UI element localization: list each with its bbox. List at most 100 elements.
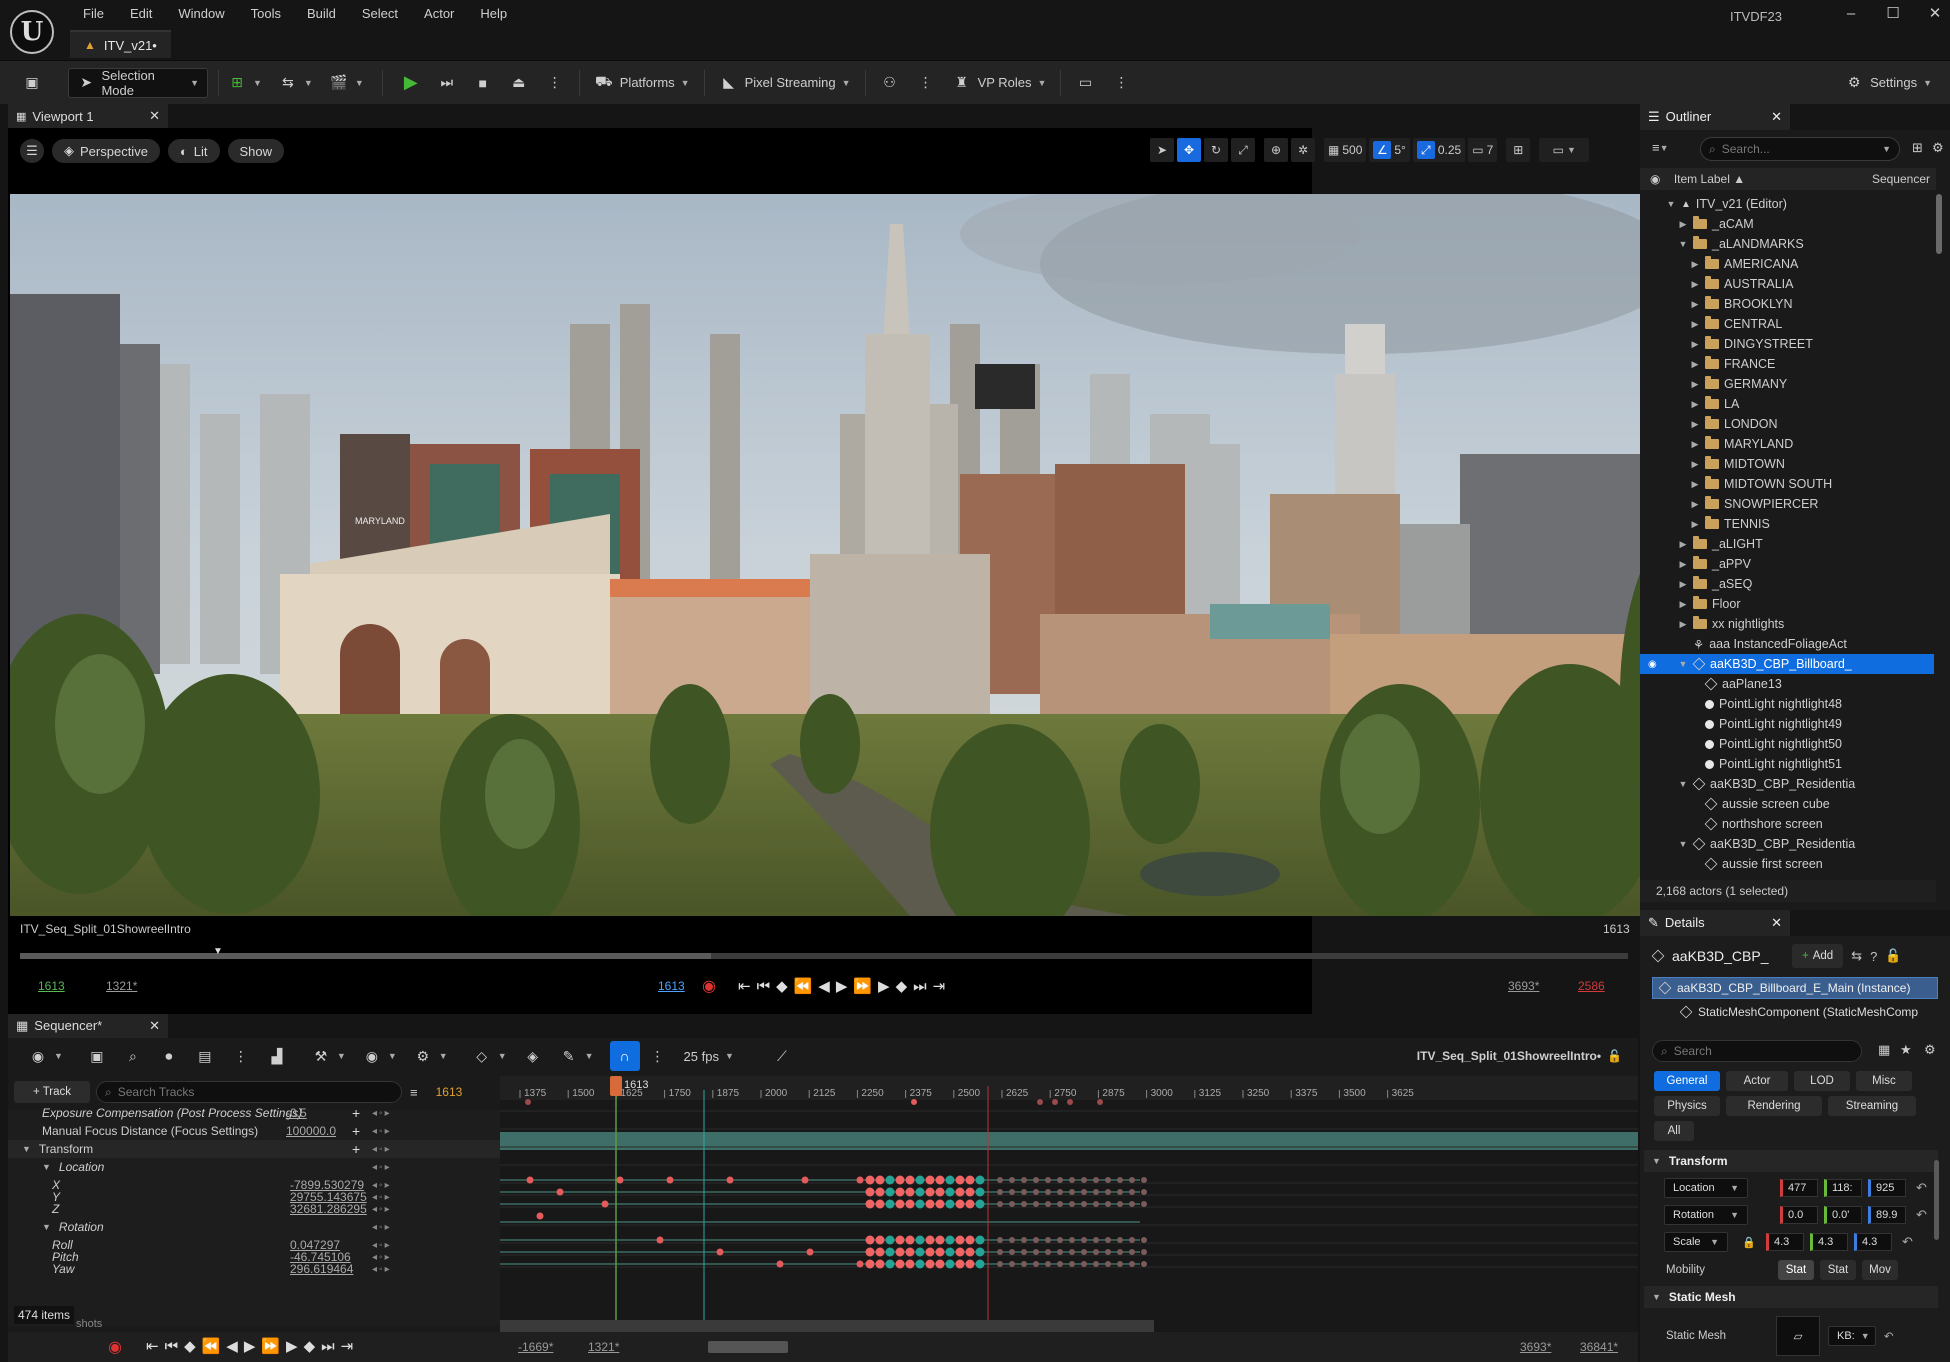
perspective-button[interactable]: ◈ Perspective [52,139,160,163]
key-navigation-icon[interactable]: ◂◦▸ [372,1264,392,1275]
keyframe[interactable] [945,1175,955,1185]
expand-arrow-icon[interactable]: ▶ [1690,519,1700,530]
grid-snap-button[interactable]: ▦ 500 [1324,138,1367,162]
keyframe[interactable] [885,1187,895,1197]
mesh-thumbnail[interactable]: ▱ [1776,1316,1820,1356]
expand-arrow-icon[interactable]: ▼ [22,1144,31,1154]
keyframe[interactable] [1009,1201,1015,1207]
category-misc[interactable]: Misc [1856,1071,1912,1091]
gear-icon[interactable]: ⚙ [1932,140,1944,156]
keyframe[interactable] [1033,1189,1039,1195]
keyframe-canvas[interactable]: 1375 1500 1625 1750 1875 2000 2125 2250 2375 2500… [500,1076,1638,1332]
lock-icon[interactable]: 🔒 [1742,1236,1760,1249]
blueprint-icon[interactable]: ⇆ [1851,948,1862,964]
keyframe[interactable] [1093,1237,1099,1243]
keyframe[interactable] [975,1187,985,1197]
keyframe[interactable] [885,1259,895,1269]
keyframe[interactable] [856,1260,864,1268]
keyframe[interactable] [1045,1201,1051,1207]
keyframe[interactable] [975,1199,985,1209]
keyframe[interactable] [965,1259,975,1269]
keyframe[interactable] [666,1176,674,1184]
keyframe[interactable] [965,1175,975,1185]
keyframe[interactable] [895,1199,905,1209]
menu-build[interactable]: Build [294,6,349,21]
keyframe[interactable] [1037,1099,1043,1105]
outliner-row[interactable]: ⚘ aaa InstancedFoliageAct [1640,634,1934,654]
keyframe[interactable] [945,1199,955,1209]
visibility-icon[interactable]: ◉ [1648,659,1657,670]
keyframe[interactable] [1081,1189,1087,1195]
static-mesh-section-header[interactable]: ▼ Static Mesh [1644,1286,1938,1308]
category-streaming[interactable]: Streaming [1828,1096,1916,1116]
keyframe[interactable] [1105,1237,1111,1243]
outliner-row[interactable]: ▶ _aLIGHT [1640,534,1934,554]
keyframe[interactable] [945,1247,955,1257]
keyframe[interactable] [945,1235,955,1245]
outliner-row[interactable]: ▶ MARYLAND [1640,434,1934,454]
keyframe[interactable] [885,1199,895,1209]
keyframe[interactable] [806,1248,814,1256]
keyframe[interactable] [925,1187,935,1197]
transport-controls[interactable]: ⇤⏮◆⏪◀▶⏩▶◆⏭⇥ [738,977,951,995]
location-y-field[interactable]: 118: [1824,1179,1862,1197]
keyframe[interactable] [955,1259,965,1269]
keyframe[interactable] [925,1175,935,1185]
viewport-layout-dropdown[interactable]: ▭ ▼ [1539,138,1590,162]
multi-user-button[interactable]: ⚇ [872,68,908,98]
close-icon[interactable]: ✕ [149,1018,160,1034]
save-button[interactable]: ▣ [14,68,50,98]
keyframe[interactable] [865,1175,875,1185]
outliner-row[interactable]: ▶ MIDTOWN SOUTH [1640,474,1934,494]
keyframe[interactable] [915,1235,925,1245]
keyframe[interactable] [865,1247,875,1257]
keyframe[interactable] [1093,1177,1099,1183]
keyframe[interactable] [1141,1261,1147,1267]
keyframe[interactable] [801,1176,809,1184]
select-tool[interactable]: ➤ [1150,138,1174,162]
outliner-row[interactable]: aussie first screen [1640,854,1934,874]
end-frame[interactable]: 3693* [1508,979,1539,993]
expand-arrow-icon[interactable]: ▼ [1678,239,1688,249]
component-row[interactable]: StaticMeshComponent (StaticMeshComp [1680,1002,1940,1022]
sequence-breadcrumb[interactable]: ITV_Seq_Split_01ShowreelIntro• 🔓 [1409,1041,1630,1071]
maximize-button[interactable]: ☐ [1872,4,1914,22]
reset-icon[interactable]: ↶ [1916,1180,1927,1196]
keyframe[interactable] [915,1187,925,1197]
keyframe[interactable] [895,1187,905,1197]
keyframe[interactable] [1057,1237,1063,1243]
fps-dropdown[interactable]: 25 fps ▼ [676,1041,742,1071]
outliner-row[interactable]: ▶ GERMANY [1640,374,1934,394]
expand-arrow-icon[interactable]: ▶ [1690,419,1700,430]
keyframe[interactable] [1069,1249,1075,1255]
outliner-row[interactable]: aussie screen cube [1640,794,1934,814]
keyframe[interactable] [1117,1177,1123,1183]
start-frame[interactable]: 1321* [106,979,137,993]
menu-actor[interactable]: Actor [411,6,467,21]
close-icon[interactable]: ✕ [149,108,160,124]
keyframe[interactable] [1009,1249,1015,1255]
instance-row[interactable]: aaKB3D_CBP_Billboard_E_Main (Instance) [1652,977,1938,999]
keyframe[interactable] [1105,1177,1111,1183]
outliner-row[interactable]: ▶ _aSEQ [1640,574,1934,594]
visibility-icon[interactable]: ◉ [1650,172,1666,186]
keyframe[interactable] [1097,1099,1103,1105]
keyframe[interactable] [1057,1249,1063,1255]
keyframe[interactable] [925,1259,935,1269]
expand-arrow-icon[interactable]: ▶ [1678,539,1688,550]
lit-button[interactable]: ◐ Lit [167,139,220,163]
outliner-tab[interactable]: ☰ Outliner ✕ [1640,104,1790,130]
expand-arrow-icon[interactable]: ▶ [1690,259,1700,270]
viewport-tab[interactable]: ▦ Viewport 1 ✕ [8,104,168,128]
play-button[interactable]: ▶ [393,68,429,98]
keyframe[interactable] [536,1212,544,1220]
outliner-scrollbar[interactable] [1936,194,1942,254]
outliner-row[interactable]: PointLight nightlight48 [1640,694,1934,714]
keyframe[interactable] [1129,1237,1135,1243]
keyframe[interactable] [895,1235,905,1245]
stop-button[interactable]: ■ [465,68,501,98]
keyframe[interactable] [1129,1261,1135,1267]
category-physics[interactable]: Physics [1654,1096,1720,1116]
keyframe[interactable] [895,1247,905,1257]
category-general[interactable]: General [1654,1071,1720,1091]
